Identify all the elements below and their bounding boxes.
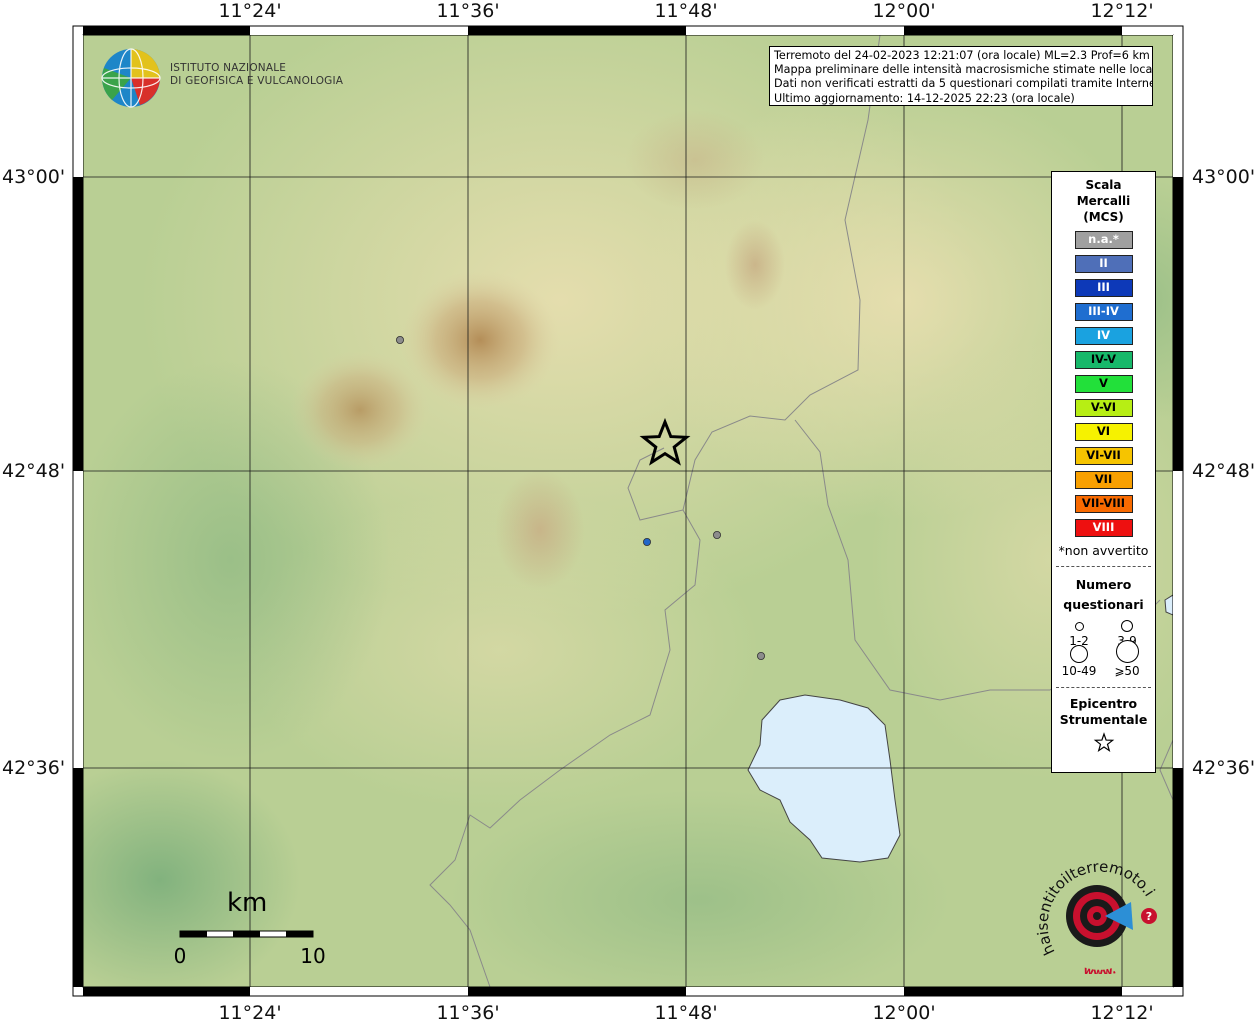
institute-line-1: ISTITUTO NAZIONALE	[170, 62, 287, 74]
size-legend: 1-2 3-9 10-49 ⩾50	[1052, 615, 1155, 681]
size-label: 10-49	[1061, 664, 1097, 678]
epicenter-legend-symbol	[1052, 732, 1155, 758]
event-info-box: Terremoto del 24-02-2023 12:21:07 (ora l…	[769, 46, 1153, 106]
legend-title-line: (MCS)	[1083, 210, 1124, 224]
info-line: Ultimo aggiornamento: 14-12-2025 22:23 (…	[774, 91, 1075, 105]
observation-point	[757, 652, 766, 661]
mcs-scale-item: VI	[1074, 423, 1133, 441]
observation-point	[643, 538, 652, 547]
tick-label-top: 11°24'	[218, 0, 282, 22]
scalebar-end: 10	[300, 944, 326, 968]
size-circle-icon	[1115, 640, 1139, 663]
tick-label-top: 12°00'	[872, 0, 936, 22]
questionnaires-title-line: Numero	[1075, 577, 1132, 592]
mcs-scale-item: IV-V	[1074, 351, 1133, 369]
size-item: ⩾50	[1102, 640, 1152, 678]
legend-divider	[1056, 566, 1151, 567]
scalebar-unit: km	[227, 888, 268, 918]
mcs-scale-item: VI-VII	[1074, 447, 1133, 465]
tick-label-left: 42°48'	[2, 460, 66, 482]
size-label: ⩾50	[1114, 664, 1140, 678]
legend-panel: Scala Mercalli (MCS) n.a.* II III III-IV IV I…	[1051, 171, 1156, 773]
tick-label-bottom: 11°48'	[654, 1002, 718, 1024]
size-item: 1-2	[1054, 619, 1104, 648]
epicenter-title-line: Strumentale	[1059, 712, 1148, 727]
mcs-scale-item: IV	[1074, 327, 1133, 345]
ingv-logo-icon	[101, 48, 161, 108]
star-icon	[1093, 732, 1114, 753]
tick-label-top: 11°36'	[436, 0, 500, 22]
institute-name: ISTITUTO NAZIONALE DI GEOFISICA E VULCAN…	[170, 62, 343, 88]
scalebar-start: 0	[173, 944, 187, 968]
legend-title-line: Scala	[1085, 178, 1122, 192]
mcs-scale-item: VII-VIII	[1074, 495, 1133, 513]
tick-label-right: 42°48'	[1192, 460, 1256, 482]
tick-label-bottom: 12°00'	[872, 1002, 936, 1024]
mcs-scale-list: n.a.* II III III-IV IV IV-V V V-VI VI VI-VII VII VI…	[1052, 231, 1155, 537]
hsi-question: ?	[1146, 910, 1152, 923]
mcs-scale-item: III	[1074, 279, 1133, 297]
hsi-www-container: www.	[1082, 963, 1117, 974]
legend-title-line: Mercalli	[1076, 194, 1131, 208]
tick-label-bottom: 12°12'	[1090, 1002, 1154, 1024]
mcs-scale-item: n.a.*	[1074, 231, 1133, 249]
tick-label-top: 12°12'	[1090, 0, 1154, 22]
questionnaires-title-line: questionari	[1063, 597, 1144, 612]
tick-label-top: 11°48'	[654, 0, 718, 22]
tick-label-right: 43°00'	[1192, 166, 1256, 188]
map-stage: 11°24' 11°36' 11°48' 12°00' 12°12' 11°24…	[0, 0, 1256, 1024]
size-circle-icon	[1070, 645, 1088, 663]
mcs-scale-item: VIII	[1074, 519, 1133, 537]
legend-note: *non avvertito	[1058, 543, 1149, 558]
mcs-scale-item: V	[1074, 375, 1133, 393]
tick-label-bottom: 11°24'	[218, 1002, 282, 1024]
size-circle-icon	[1074, 622, 1084, 631]
mcs-scale-item: VII	[1074, 471, 1133, 489]
hsi-www: www.	[1082, 963, 1117, 974]
size-circle-icon	[1121, 620, 1133, 632]
observation-point	[395, 335, 404, 344]
scale-bar	[179, 930, 314, 938]
hsi-logo-icon: ? haisentitoilterremoto.it www.	[1035, 858, 1158, 974]
size-item: 10-49	[1054, 645, 1104, 678]
info-line: Dati non verificati estratti da 5 questi…	[774, 77, 1153, 91]
institute-line-2: DI GEOFISICA E VULCANOLOGIA	[170, 75, 344, 87]
mcs-scale-item: III-IV	[1074, 303, 1133, 321]
tick-label-left: 42°36'	[2, 757, 66, 779]
mcs-scale-item: V-VI	[1074, 399, 1133, 417]
observation-point	[713, 531, 722, 540]
info-line: Mappa preliminare delle intensità macros…	[774, 63, 1153, 77]
epicenter-title-line: Epicentro	[1069, 696, 1138, 711]
tick-label-bottom: 11°36'	[436, 1002, 500, 1024]
mcs-scale-item: II	[1074, 255, 1133, 273]
legend-divider	[1056, 687, 1151, 688]
tick-label-right: 42°36'	[1192, 757, 1256, 779]
tick-label-left: 43°00'	[2, 166, 66, 188]
info-line: Terremoto del 24-02-2023 12:21:07 (ora l…	[774, 49, 1150, 62]
